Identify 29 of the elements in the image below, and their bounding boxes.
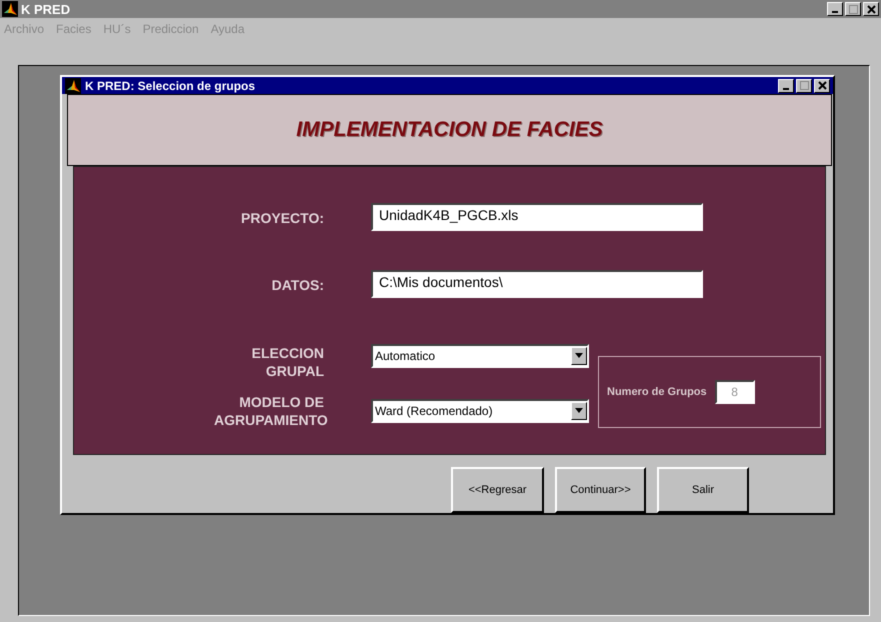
caret-icon — [575, 408, 583, 414]
caret-icon — [575, 353, 583, 358]
field-label: PROYECTO: — [240, 208, 324, 227]
header-title: IMPLEMENTACION DE FACIES — [296, 118, 603, 142]
input-field[interactable]: C:\Mis documentos\ — [371, 270, 703, 298]
field-label: ELECCION GRUPAL — [250, 344, 324, 380]
minimize-icon — [783, 88, 789, 90]
minimize-button[interactable] — [827, 2, 843, 16]
minimize-icon — [832, 11, 838, 13]
group-count-label: Numero de Grupos — [607, 386, 707, 398]
field-label: DATOS: — [270, 276, 324, 294]
close-button[interactable] — [863, 2, 879, 16]
close-icon — [866, 4, 876, 14]
dropdown[interactable]: Ward (Recomendado) — [371, 398, 589, 423]
input-field[interactable]: UnidadK4B_PGCB.xls — [371, 202, 703, 231]
dialog-title: K PRED: Seleccion de grupos — [85, 78, 256, 93]
maximize-icon — [800, 81, 808, 90]
maximize-button[interactable] — [796, 78, 812, 93]
maximize-button[interactable] — [845, 2, 861, 16]
dialog-button[interactable]: <<Regresar — [451, 467, 544, 513]
close-button[interactable] — [814, 78, 830, 93]
window-title: K PRED — [21, 2, 70, 16]
dialog-button[interactable]: Continuar>> — [555, 467, 646, 513]
maximize-icon — [848, 4, 858, 14]
dialog-button[interactable]: Salir — [657, 467, 749, 513]
dropdown[interactable]: Automatico — [371, 344, 589, 368]
close-icon — [818, 81, 826, 90]
app-logo-icon — [2, 1, 18, 17]
minimize-button[interactable] — [778, 78, 794, 93]
